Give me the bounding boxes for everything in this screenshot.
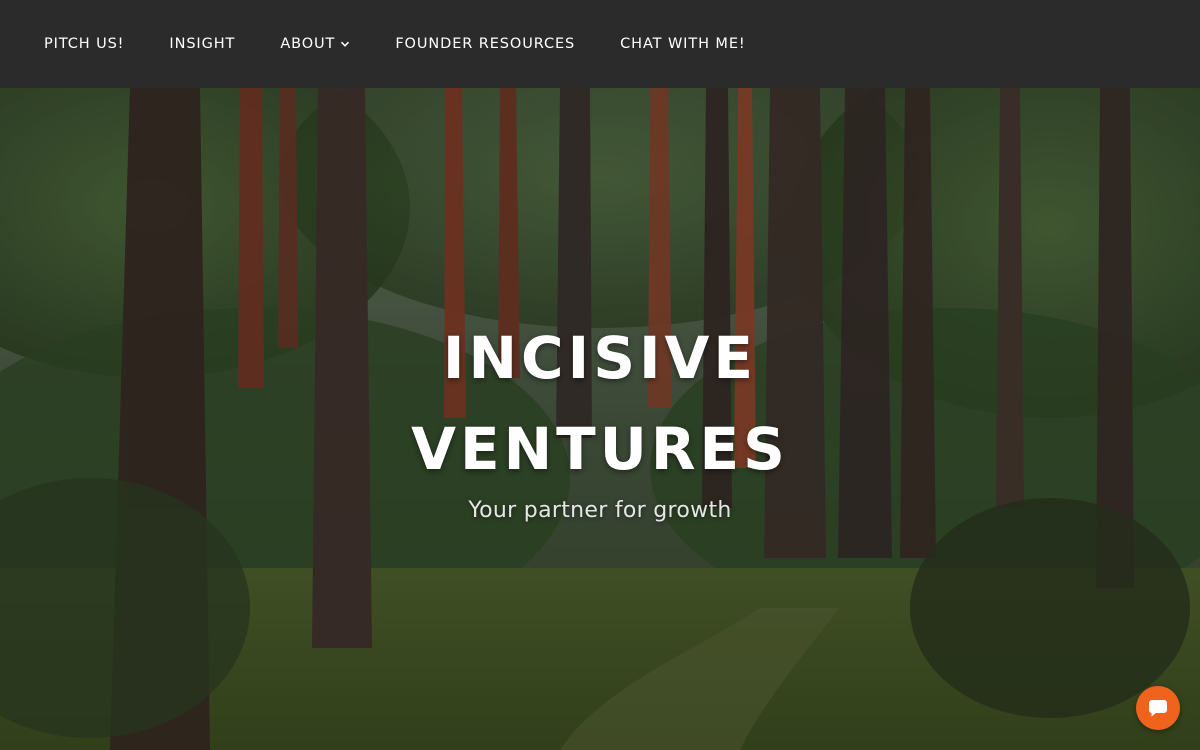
chat-widget-button[interactable]	[1136, 686, 1180, 730]
nav-link-chat-with-me[interactable]: CHAT WITH ME!	[620, 36, 745, 52]
nav-link-founder-resources[interactable]: FOUNDER RESOURCES	[395, 36, 575, 52]
top-navigation: PITCH US! INSIGHT ABOUT FOUNDER RESOURCE…	[0, 0, 1200, 88]
nav-link-about[interactable]: ABOUT	[280, 36, 350, 52]
hero-title-line-2: VENTURES	[411, 415, 789, 483]
hero-section: INCISIVE VENTURES Your partner for growt…	[0, 88, 1200, 750]
hero-subtitle: Your partner for growth	[468, 498, 732, 523]
chat-bubble-icon	[1148, 700, 1167, 717]
nav-link-pitch-us[interactable]: PITCH US!	[44, 36, 124, 52]
nav-link-about-label: ABOUT	[280, 36, 336, 52]
hero-title-line-1: INCISIVE	[442, 324, 758, 392]
chevron-down-icon	[341, 41, 350, 47]
nav-link-insight[interactable]: INSIGHT	[169, 36, 235, 52]
